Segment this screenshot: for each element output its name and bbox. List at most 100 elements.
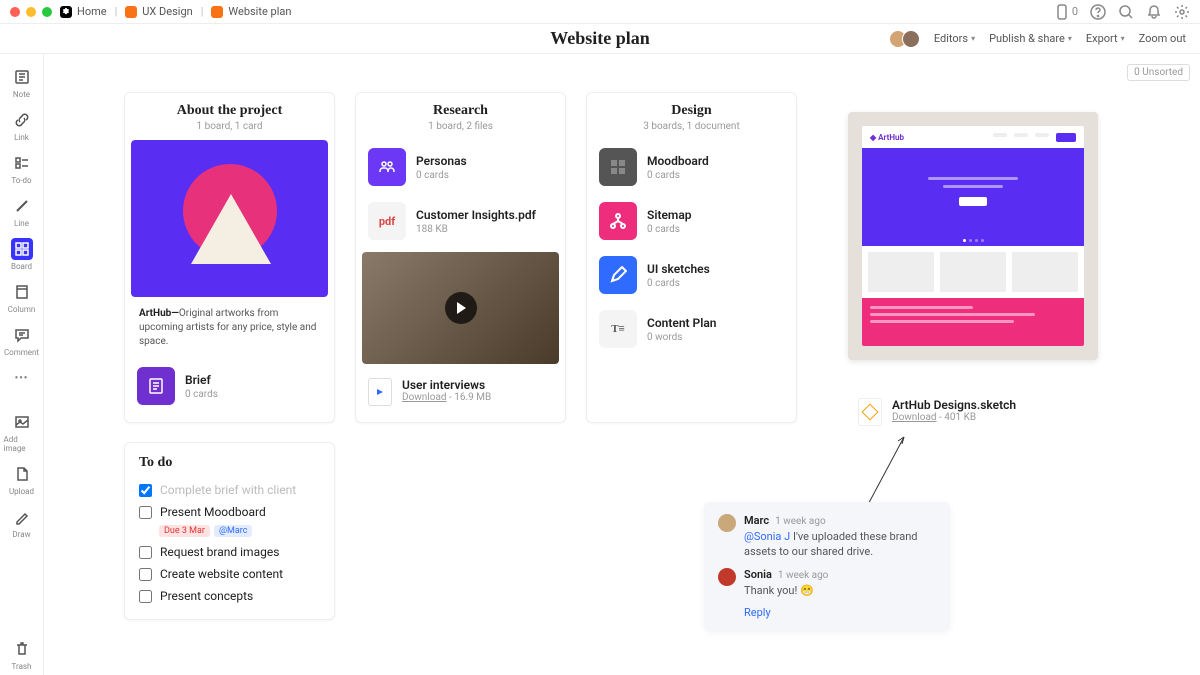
sketch-icon <box>858 398 882 426</box>
file-user-interviews[interactable]: User interviewsDownload - 16.9 MB <box>362 368 559 416</box>
tool-trash[interactable]: Trash <box>4 634 40 675</box>
publish-dropdown[interactable]: Publish & share▾ <box>989 32 1072 45</box>
avatar <box>718 514 736 532</box>
comment: Marc1 week ago @Sonia J I've uploaded th… <box>718 514 936 560</box>
todo-item[interactable]: Present concepts <box>139 585 320 607</box>
todo-checkbox[interactable] <box>139 568 152 581</box>
todo-card[interactable]: To do Complete brief with client Present… <box>124 442 335 620</box>
todo-checkbox[interactable] <box>139 546 152 559</box>
breadcrumb-home[interactable]: ✽ Home <box>60 5 107 18</box>
editors-dropdown[interactable]: Editors▾ <box>934 32 975 45</box>
home-icon: ✽ <box>60 6 72 18</box>
todo-title: To do <box>139 455 320 471</box>
tool-line[interactable]: Line <box>4 191 40 232</box>
video-thumbnail[interactable] <box>362 252 559 364</box>
tool-add-image[interactable]: Add image <box>4 407 40 457</box>
sketch-artboard[interactable]: ◆ ArtHub <box>848 112 1098 360</box>
tool-link[interactable]: Link <box>4 105 40 146</box>
column-title: About the project <box>131 103 328 119</box>
breadcrumb-uxdesign[interactable]: UX Design <box>125 5 192 18</box>
tool-comment[interactable]: Comment <box>4 320 40 361</box>
maximize-window-button[interactable] <box>42 7 52 17</box>
search-icon[interactable] <box>1118 4 1134 20</box>
traffic-lights <box>10 7 52 17</box>
todo-item[interactable]: Complete brief with client <box>139 479 320 501</box>
tool-note[interactable]: Note <box>4 62 40 103</box>
text-icon: T≡ <box>599 310 637 348</box>
hero-description: ArtHub—Original artworks from upcoming a… <box>131 297 328 359</box>
todo-item[interactable]: Request brand images <box>139 541 320 563</box>
folder-icon <box>125 6 137 18</box>
play-icon <box>445 292 477 324</box>
board-brief[interactable]: Brief0 cards <box>131 359 328 413</box>
export-dropdown[interactable]: Export▾ <box>1086 32 1125 45</box>
avatar <box>902 30 920 48</box>
tool-sidebar: Note Link To-do Line Board Column Commen… <box>0 54 44 675</box>
todo-item[interactable]: Present Moodboard <box>139 501 320 523</box>
board-personas[interactable]: Personas0 cards <box>362 140 559 194</box>
bell-icon[interactable] <box>1146 4 1162 20</box>
page-title: Website plan <box>550 28 650 49</box>
minimize-window-button[interactable] <box>26 7 36 17</box>
avatar <box>718 568 736 586</box>
reply-button[interactable]: Reply <box>744 606 936 619</box>
title-bar: Website plan Editors▾ Publish & share▾ E… <box>0 24 1200 54</box>
settings-icon[interactable] <box>1174 4 1190 20</box>
brief-icon <box>137 367 175 405</box>
unsorted-pill[interactable]: 0 Unsorted <box>1127 64 1190 81</box>
sketch-file-meta[interactable]: ArtHub Designs.sketchDownload - 401 KB <box>848 384 1098 440</box>
canvas[interactable]: 0 Unsorted About the project 1 board, 1 … <box>44 54 1200 675</box>
breadcrumb-sep: | <box>201 5 204 18</box>
breadcrumb-current[interactable]: Website plan <box>211 5 291 18</box>
column-design[interactable]: Design 3 boards, 1 document Moodboard0 c… <box>586 92 797 423</box>
board-sitemap[interactable]: Sitemap0 cards <box>593 194 790 248</box>
personas-icon <box>368 148 406 186</box>
sitemap-icon <box>599 202 637 240</box>
pencil-icon <box>599 256 637 294</box>
notification-count[interactable]: 0 <box>1054 4 1078 20</box>
document-content-plan[interactable]: T≡ Content Plan0 words <box>593 302 790 356</box>
breadcrumb-home-label: Home <box>77 5 107 18</box>
due-tag[interactable]: Due 3 Mar <box>159 525 210 537</box>
comment: Sonia1 week ago Thank you! 😁 <box>718 568 936 598</box>
todo-checkbox[interactable] <box>139 506 152 519</box>
zoom-out-button[interactable]: Zoom out <box>1139 32 1186 45</box>
comment-thread[interactable]: Marc1 week ago @Sonia J I've uploaded th… <box>704 502 950 631</box>
todo-checkbox[interactable] <box>139 590 152 603</box>
board-ui-sketches[interactable]: UI sketches0 cards <box>593 248 790 302</box>
help-icon[interactable] <box>1090 4 1106 20</box>
tool-upload[interactable]: Upload <box>4 459 40 500</box>
tool-draw[interactable]: Draw <box>4 502 40 543</box>
tool-todo[interactable]: To-do <box>4 148 40 189</box>
pdf-icon: pdf <box>368 202 406 240</box>
breadcrumb-sep: | <box>115 5 118 18</box>
column-research[interactable]: Research 1 board, 2 files Personas0 card… <box>355 92 566 423</box>
column-subtitle: 1 board, 2 files <box>362 121 559 132</box>
column-title: Research <box>362 103 559 119</box>
artboard-preview: ◆ ArtHub <box>862 126 1084 346</box>
tool-column[interactable]: Column <box>4 277 40 318</box>
close-window-button[interactable] <box>10 7 20 17</box>
mention[interactable]: @Sonia J <box>744 530 790 543</box>
phone-icon <box>1054 4 1070 20</box>
tool-more[interactable]: ••• <box>4 363 40 393</box>
board-moodboard[interactable]: Moodboard0 cards <box>593 140 790 194</box>
tool-board[interactable]: Board <box>4 234 40 275</box>
column-subtitle: 1 board, 1 card <box>131 121 328 132</box>
hero-image <box>131 140 328 297</box>
column-about[interactable]: About the project 1 board, 1 card ArtHub… <box>124 92 335 423</box>
arthub-logo: ◆ ArtHub <box>870 133 904 142</box>
hero-card[interactable]: ArtHub—Original artworks from upcoming a… <box>131 140 328 359</box>
breadcrumb-current-label: Website plan <box>228 5 291 18</box>
column-subtitle: 3 boards, 1 document <box>593 121 790 132</box>
file-customer-insights[interactable]: pdf Customer Insights.pdf188 KB <box>362 194 559 248</box>
todo-checkbox[interactable] <box>139 484 152 497</box>
folder-icon <box>211 6 223 18</box>
window-chrome: ✽ Home | UX Design | Website plan 0 <box>0 0 1200 24</box>
download-link[interactable]: Download <box>402 392 447 403</box>
column-title: Design <box>593 103 790 119</box>
download-link[interactable]: Download <box>892 412 937 423</box>
collaborator-avatars[interactable] <box>889 30 920 48</box>
todo-item[interactable]: Create website content <box>139 563 320 585</box>
mention-tag[interactable]: @Marc <box>214 525 253 537</box>
